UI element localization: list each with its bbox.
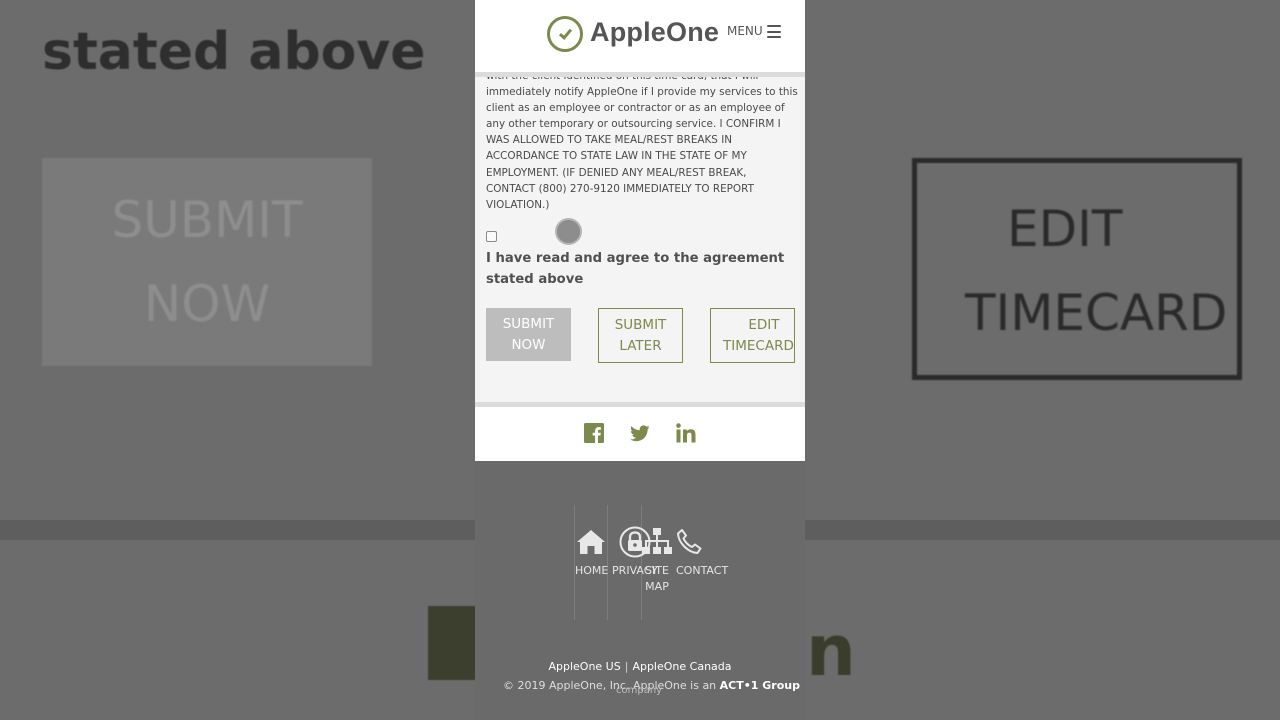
background-stated-text: stated above bbox=[42, 22, 426, 82]
agree-checkbox[interactable] bbox=[486, 231, 497, 242]
copyright-company: company bbox=[616, 685, 663, 696]
submit-now-button[interactable]: SUBMIT NOW bbox=[486, 308, 571, 361]
footer-contact-link[interactable]: CONTACT bbox=[676, 527, 736, 579]
site-footer: HOME PRIVACY SITE MAP CONTACT AppleOne U… bbox=[475, 461, 805, 720]
phone-icon bbox=[677, 529, 702, 554]
mobile-page: AppleOne MENU with the client identified… bbox=[475, 0, 805, 720]
submit-later-line1: SUBMIT bbox=[614, 316, 667, 333]
background-edit-line2: TIMECARD bbox=[965, 284, 1228, 342]
submit-later-line2: LATER bbox=[619, 337, 662, 354]
submit-later-button[interactable]: SUBMIT LATER bbox=[598, 308, 683, 363]
agreement-section: with the client identified on this time … bbox=[475, 77, 805, 402]
site-header: AppleOne MENU bbox=[475, 0, 805, 72]
footer-sitemap-label: SITE MAP bbox=[641, 563, 673, 595]
footer-home-link[interactable]: HOME bbox=[575, 527, 609, 579]
background-facebook-icon bbox=[428, 606, 476, 680]
footer-contact-label: CONTACT bbox=[676, 564, 729, 577]
background-submit-line1: SUBMIT bbox=[111, 191, 303, 249]
social-links bbox=[475, 407, 805, 461]
copyright-main: © 2019 AppleOne, Inc. AppleOne is an bbox=[503, 679, 717, 692]
facebook-icon[interactable] bbox=[584, 423, 604, 443]
footer-home-label: HOME bbox=[575, 564, 609, 577]
touch-cursor-indicator bbox=[555, 218, 582, 245]
submit-now-line1: SUBMIT bbox=[502, 315, 555, 332]
edit-timecard-button[interactable]: EDIT TIMECARD bbox=[710, 308, 795, 363]
region-separator: | bbox=[624, 660, 629, 673]
linkedin-icon[interactable] bbox=[676, 423, 696, 443]
footer-separator bbox=[607, 505, 608, 620]
home-icon bbox=[577, 530, 605, 554]
footer-sitemap-line2: MAP bbox=[645, 580, 669, 593]
appleone-canada-link[interactable]: AppleOne Canada bbox=[632, 660, 731, 673]
edit-timecard-line2: TIMECARD bbox=[723, 337, 794, 354]
background-submit-line2: NOW bbox=[143, 275, 271, 333]
appleone-logo-icon[interactable] bbox=[547, 16, 583, 52]
hamburger-menu-icon[interactable] bbox=[767, 25, 781, 38]
appleone-us-link[interactable]: AppleOne US bbox=[548, 660, 620, 673]
footer-sitemap-link[interactable]: SITE MAP bbox=[641, 527, 673, 595]
region-links: AppleOne US | AppleOne Canada bbox=[475, 660, 805, 673]
agreement-text: with the client identified on this time … bbox=[486, 77, 798, 211]
background-edit-box: EDIT TIMECARD bbox=[912, 158, 1242, 380]
agree-label: I have read and agree to the agreement s… bbox=[486, 251, 785, 287]
edit-timecard-line1: EDIT bbox=[748, 316, 780, 333]
background-edit-line1: EDIT bbox=[1007, 200, 1123, 258]
logo-check-mark bbox=[558, 25, 572, 40]
act-group-link[interactable]: ACT•1 Group bbox=[720, 679, 800, 692]
brand-name[interactable]: AppleOne bbox=[590, 17, 719, 48]
sitemap-icon bbox=[642, 528, 672, 554]
twitter-icon[interactable] bbox=[630, 423, 650, 443]
menu-label[interactable]: MENU bbox=[727, 24, 763, 38]
background-linkedin-icon: n bbox=[806, 610, 856, 692]
footer-sitemap-line1: SITE bbox=[645, 564, 669, 577]
background-submit-box: SUBMIT NOW bbox=[42, 158, 372, 366]
submit-now-line2: NOW bbox=[511, 336, 546, 353]
